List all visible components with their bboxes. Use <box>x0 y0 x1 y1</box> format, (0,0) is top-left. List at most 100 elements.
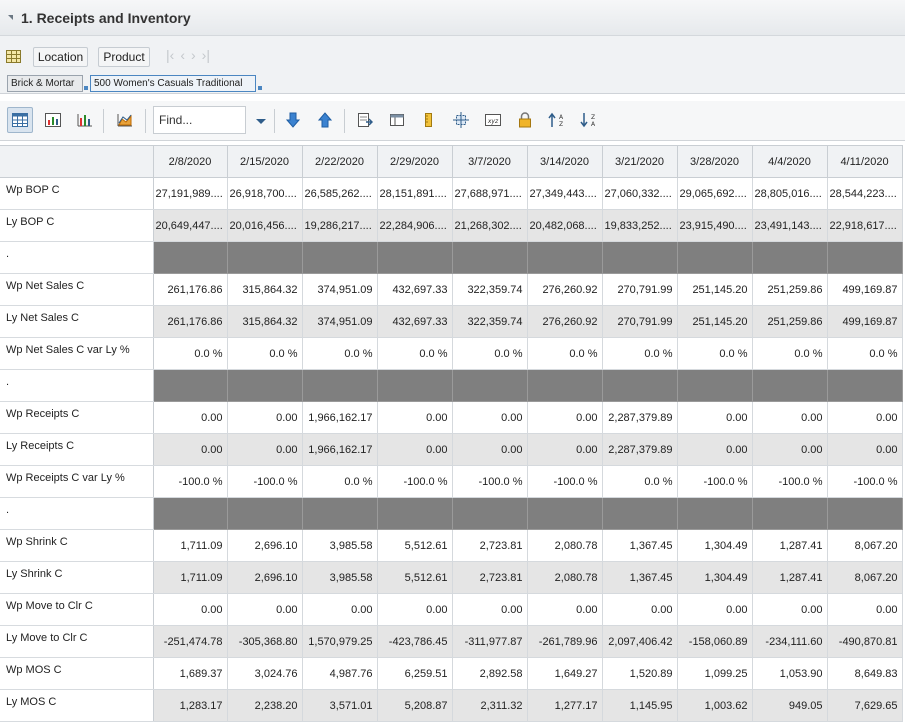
table-cell[interactable]: 1,277.17 <box>527 689 603 722</box>
row-label[interactable]: Ly Shrink C <box>0 561 154 594</box>
table-cell[interactable]: 8,067.20 <box>827 561 903 594</box>
table-cell[interactable]: 2,723.81 <box>452 529 528 562</box>
table-cell[interactable]: 0.00 <box>377 401 453 434</box>
product-dimension-button[interactable]: Product <box>98 47 150 67</box>
table-cell[interactable]: 1,283.17 <box>153 689 228 722</box>
table-cell[interactable]: 8,067.20 <box>827 529 903 562</box>
table-cell[interactable]: 22,918,617.... <box>827 209 903 242</box>
column-header[interactable]: 3/7/2020 <box>452 145 528 178</box>
table-cell[interactable]: 0.00 <box>452 593 528 626</box>
table-cell[interactable]: 2,311.32 <box>452 689 528 722</box>
table-cell[interactable]: 1,287.41 <box>752 561 828 594</box>
table-cell[interactable]: 0.00 <box>377 593 453 626</box>
table-cell[interactable]: -423,786.45 <box>377 625 453 658</box>
table-view-button[interactable] <box>7 107 33 133</box>
location-chip[interactable]: Brick & Mortar <box>7 75 83 92</box>
column-header[interactable]: 2/29/2020 <box>377 145 453 178</box>
table-cell[interactable]: -490,870.81 <box>827 625 903 658</box>
table-cell[interactable]: 0.00 <box>602 593 678 626</box>
table-cell[interactable]: 0.00 <box>153 433 228 466</box>
table-cell[interactable]: -100.0 % <box>677 465 753 498</box>
table-cell[interactable]: 374,951.09 <box>302 305 378 338</box>
table-cell[interactable]: 0.00 <box>452 433 528 466</box>
column-header[interactable]: 3/28/2020 <box>677 145 753 178</box>
row-label[interactable]: . <box>0 241 154 274</box>
row-label[interactable]: Wp Move to Clr C <box>0 593 154 626</box>
table-cell[interactable]: 0.00 <box>752 401 828 434</box>
table-cell[interactable]: 0.00 <box>227 401 303 434</box>
chart-table-view-button[interactable] <box>40 107 66 133</box>
table-cell[interactable]: 2,696.10 <box>227 529 303 562</box>
column-header[interactable]: 4/11/2020 <box>827 145 903 178</box>
area-chart-button[interactable] <box>112 107 138 133</box>
table-cell[interactable]: 261,176.86 <box>153 305 228 338</box>
row-label[interactable]: . <box>0 497 154 530</box>
table-cell[interactable]: 28,805,016.... <box>752 177 828 210</box>
table-cell[interactable]: 0.00 <box>677 593 753 626</box>
table-cell[interactable]: 1,367.45 <box>602 529 678 562</box>
table-cell[interactable]: -311,977.87 <box>452 625 528 658</box>
table-cell[interactable]: 0.0 % <box>302 465 378 498</box>
table-cell[interactable]: 261,176.86 <box>153 273 228 306</box>
table-cell[interactable]: 26,918,700.... <box>227 177 303 210</box>
sort-ascending-button[interactable]: A Z <box>544 107 570 133</box>
table-cell[interactable]: 20,649,447.... <box>153 209 228 242</box>
table-cell[interactable]: 7,629.65 <box>827 689 903 722</box>
collapse-triangle-icon[interactable] <box>8 15 13 20</box>
table-cell[interactable]: 270,791.99 <box>602 305 678 338</box>
table-cell[interactable]: 0.00 <box>527 593 603 626</box>
row-label[interactable]: Ly Move to Clr C <box>0 625 154 658</box>
table-cell[interactable]: 22,284,906.... <box>377 209 453 242</box>
split-button[interactable] <box>448 107 474 133</box>
table-cell[interactable]: 23,491,143.... <box>752 209 828 242</box>
column-header[interactable]: 2/22/2020 <box>302 145 378 178</box>
column-header[interactable]: 2/15/2020 <box>227 145 303 178</box>
table-cell[interactable]: 3,985.58 <box>302 561 378 594</box>
table-cell[interactable]: 251,259.86 <box>752 273 828 306</box>
table-cell[interactable]: 1,099.25 <box>677 657 753 690</box>
row-label[interactable]: . <box>0 369 154 402</box>
location-dimension-button[interactable]: Location <box>33 47 88 67</box>
table-cell[interactable]: 0.00 <box>827 433 903 466</box>
table-cell[interactable]: 0.0 % <box>602 465 678 498</box>
row-label[interactable]: Wp MOS C <box>0 657 154 690</box>
table-cell[interactable]: 0.0 % <box>527 337 603 370</box>
table-cell[interactable]: -100.0 % <box>377 465 453 498</box>
table-cell[interactable]: 0.00 <box>227 433 303 466</box>
table-cell[interactable]: 1,003.62 <box>677 689 753 722</box>
ruler-button[interactable] <box>416 107 442 133</box>
row-label[interactable]: Wp BOP C <box>0 177 154 210</box>
table-cell[interactable]: 0.00 <box>153 401 228 434</box>
table-cell[interactable]: 949.05 <box>752 689 828 722</box>
find-input[interactable]: Find... <box>153 106 246 134</box>
table-cell[interactable]: 1,649.27 <box>527 657 603 690</box>
table-cell[interactable]: 28,151,891.... <box>377 177 453 210</box>
next-icon[interactable]: › <box>191 47 196 63</box>
table-cell[interactable]: 28,544,223.... <box>827 177 903 210</box>
table-cell[interactable]: 251,259.86 <box>752 305 828 338</box>
table-cell[interactable]: 2,287,379.89 <box>602 433 678 466</box>
column-header[interactable]: 3/21/2020 <box>602 145 678 178</box>
table-cell[interactable]: 27,191,989.... <box>153 177 228 210</box>
table-cell[interactable]: 315,864.32 <box>227 305 303 338</box>
table-cell[interactable]: 2,723.81 <box>452 561 528 594</box>
table-cell[interactable]: 2,696.10 <box>227 561 303 594</box>
table-cell[interactable]: 0.00 <box>677 433 753 466</box>
table-cell[interactable]: 0.00 <box>452 401 528 434</box>
table-cell[interactable]: -100.0 % <box>827 465 903 498</box>
first-icon[interactable]: |‹ <box>166 47 174 63</box>
table-grid-icon[interactable] <box>6 50 21 63</box>
lock-button[interactable] <box>512 107 538 133</box>
table-cell[interactable]: 0.00 <box>153 593 228 626</box>
table-cell[interactable]: 1,287.41 <box>752 529 828 562</box>
previous-icon[interactable]: ‹ <box>180 47 185 63</box>
table-cell[interactable]: 1,711.09 <box>153 529 228 562</box>
table-cell[interactable]: 19,833,252.... <box>602 209 678 242</box>
table-cell[interactable]: 0.00 <box>377 433 453 466</box>
table-cell[interactable]: 0.0 % <box>153 337 228 370</box>
table-cell[interactable]: 6,259.51 <box>377 657 453 690</box>
table-cell[interactable]: 1,966,162.17 <box>302 401 378 434</box>
table-cell[interactable]: 23,915,490.... <box>677 209 753 242</box>
find-next-button[interactable] <box>280 107 306 133</box>
table-cell[interactable]: 374,951.09 <box>302 273 378 306</box>
